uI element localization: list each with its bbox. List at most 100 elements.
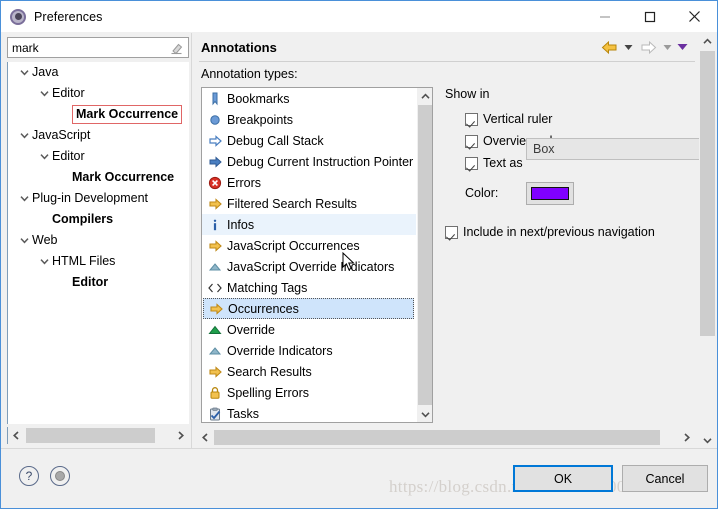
annotation-type-row[interactable]: Filtered Search Results <box>202 193 416 214</box>
scroll-right-arrow-icon[interactable] <box>172 427 189 444</box>
tree-item-plug-in-development[interactable]: Plug-in Development <box>8 188 189 209</box>
annotation-type-row[interactable]: Override <box>202 319 416 340</box>
search-input[interactable] <box>8 39 158 56</box>
help-question-icon[interactable]: ? <box>19 466 39 486</box>
tree-horizontal-scrollbar[interactable] <box>7 427 189 444</box>
scroll-up-arrow-icon[interactable] <box>417 88 432 104</box>
tree-item-editor[interactable]: Editor <box>8 272 189 293</box>
tree-indent-spacer <box>56 104 72 125</box>
tree-item-web[interactable]: Web <box>8 230 189 251</box>
scroll-left-arrow-icon[interactable] <box>8 427 25 444</box>
annotation-types-label: Annotation types: <box>201 67 298 81</box>
minimize-button[interactable] <box>582 1 627 32</box>
tree-indent-spacer <box>36 209 52 230</box>
annotation-types-list[interactable]: Bookmarks Breakpoints Debug Call Stack Debu… <box>201 87 433 423</box>
chevron-down-icon[interactable] <box>16 188 32 209</box>
tree-item-mark-occurrence[interactable]: Mark Occurrence <box>8 104 189 125</box>
tree-indent-spacer <box>56 272 72 293</box>
list-vertical-scrollbar[interactable] <box>416 88 432 422</box>
annotation-type-label: Search Results <box>227 364 312 379</box>
vertical-ruler-checkbox[interactable] <box>465 112 478 126</box>
color-row: Color: <box>465 179 685 207</box>
tree-hscroll-thumb[interactable] <box>26 428 155 443</box>
include-navigation-row[interactable]: Include in next/previous navigation <box>445 221 685 243</box>
tree-item-label: Mark Occurrence <box>72 105 183 124</box>
annotation-type-row[interactable]: Tasks <box>202 403 416 422</box>
right-hscroll-track[interactable] <box>214 429 678 446</box>
occurrence-arrow-icon <box>206 238 224 254</box>
tree-item-mark-occurrence[interactable]: Mark Occurrence <box>8 167 189 188</box>
color-picker-button[interactable] <box>526 181 574 205</box>
annotation-type-row[interactable]: JavaScript Occurrences <box>202 235 416 256</box>
tree-item-html-files[interactable]: HTML Files <box>8 251 189 272</box>
tree-item-compilers[interactable]: Compilers <box>8 209 189 230</box>
include-navigation-checkbox[interactable] <box>445 225 458 239</box>
spelling-error-icon <box>206 385 224 401</box>
tree-item-java[interactable]: Java <box>8 62 189 83</box>
scroll-left-arrow-icon[interactable] <box>197 429 214 446</box>
cancel-button[interactable]: Cancel <box>622 465 708 492</box>
maximize-button[interactable] <box>627 1 672 32</box>
vertical-ruler-row[interactable]: Vertical ruler <box>465 108 685 130</box>
annotation-type-row[interactable]: Spelling Errors <box>202 382 416 403</box>
annotation-type-label: JavaScript Occurrences <box>227 238 360 253</box>
tree-item-javascript[interactable]: JavaScript <box>8 125 189 146</box>
tree-hscroll-track[interactable] <box>25 427 172 444</box>
occurrence-arrow-icon <box>207 301 225 317</box>
chevron-down-icon[interactable] <box>36 146 52 167</box>
restore-defaults-icon[interactable] <box>50 466 70 486</box>
annotation-type-row[interactable]: Override Indicators <box>202 340 416 361</box>
menu-chevron-down-icon[interactable] <box>676 36 689 58</box>
chevron-down-icon[interactable] <box>36 251 52 272</box>
chevron-down-icon[interactable] <box>36 83 52 104</box>
text-as-checkbox[interactable] <box>465 156 478 170</box>
annotation-type-row[interactable]: Infos <box>202 214 416 235</box>
annotation-type-row[interactable]: Search Results <box>202 361 416 382</box>
overview-ruler-checkbox[interactable] <box>465 134 478 148</box>
tree-item-label: HTML Files <box>52 254 116 268</box>
annotation-type-row[interactable]: Debug Current Instruction Pointer <box>202 151 416 172</box>
info-icon <box>206 217 224 233</box>
annotation-type-label: Debug Call Stack <box>227 133 324 148</box>
right-hscroll-thumb[interactable] <box>214 430 660 445</box>
tree-item-label: Mark Occurrence <box>72 170 175 184</box>
list-vscroll-thumb[interactable] <box>418 105 432 405</box>
filter-search-box[interactable] <box>7 37 189 58</box>
text-as-combo[interactable]: Box <box>526 138 705 160</box>
page-header: Annotations <box>193 33 713 61</box>
right-panel-horizontal-scrollbar[interactable] <box>197 429 695 446</box>
dialog-vscroll-thumb[interactable] <box>700 51 715 336</box>
annotation-type-label: Bookmarks <box>227 91 290 106</box>
ok-button-label: OK <box>553 471 573 486</box>
vertical-ruler-label: Vertical ruler <box>483 112 553 126</box>
window-controls <box>582 1 717 32</box>
scroll-right-arrow-icon[interactable] <box>678 429 695 446</box>
annotation-type-row[interactable]: Breakpoints <box>202 109 416 130</box>
scroll-down-arrow-icon[interactable] <box>699 432 715 448</box>
annotation-type-label: Breakpoints <box>227 112 294 127</box>
panel-divider[interactable] <box>191 33 192 448</box>
back-chevron-down-icon[interactable] <box>622 36 635 58</box>
tree-item-editor[interactable]: Editor <box>8 83 189 104</box>
scroll-down-arrow-icon[interactable] <box>417 406 432 422</box>
clear-filter-icon[interactable] <box>169 41 184 55</box>
back-arrow-icon[interactable] <box>598 36 620 58</box>
close-button[interactable] <box>672 1 717 32</box>
annotation-type-row[interactable]: Errors <box>202 172 416 193</box>
annotation-type-row[interactable]: JavaScript Override Indicators <box>202 256 416 277</box>
annotation-type-label: Filtered Search Results <box>227 196 357 211</box>
chevron-down-icon[interactable] <box>16 230 32 251</box>
chevron-down-icon[interactable] <box>16 125 32 146</box>
scroll-up-arrow-icon[interactable] <box>699 33 715 49</box>
tree-item-editor[interactable]: Editor <box>8 146 189 167</box>
header-separator <box>199 61 695 62</box>
annotation-type-row[interactable]: Matching Tags <box>202 277 416 298</box>
matching-tags-icon <box>206 280 224 296</box>
ok-button[interactable]: OK <box>513 465 613 492</box>
dialog-vertical-scrollbar[interactable] <box>699 33 716 448</box>
chevron-down-icon[interactable] <box>16 62 32 83</box>
preferences-tree[interactable]: Java Editor Mark Occurrence JavaScript Edito… <box>7 62 189 424</box>
annotation-type-row[interactable]: Bookmarks <box>202 88 416 109</box>
annotation-type-row[interactable]: Debug Call Stack <box>202 130 416 151</box>
annotation-type-row[interactable]: Occurrences <box>203 298 414 319</box>
